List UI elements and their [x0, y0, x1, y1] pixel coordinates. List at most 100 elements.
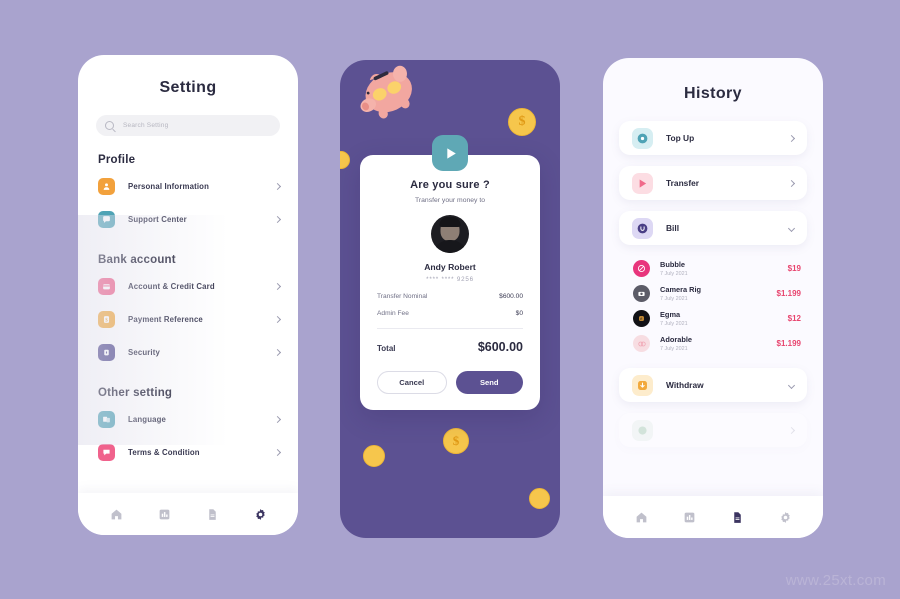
transaction-date: 7 July 2021: [660, 271, 688, 277]
search-input[interactable]: Search Setting: [96, 115, 280, 136]
total-label: Total: [377, 344, 396, 353]
sidebar-item-personal-information[interactable]: Personal Information: [78, 170, 298, 203]
transaction-info: Egma 7 July 2021: [660, 310, 788, 327]
sidebar-item-security[interactable]: Security: [78, 336, 298, 369]
avatar: [431, 215, 469, 253]
transfer-icon: [632, 172, 653, 194]
sidebar-item-label: Support Center: [128, 215, 187, 224]
cancel-button[interactable]: Cancel: [377, 371, 447, 394]
history-category-partial[interactable]: [619, 413, 807, 447]
transaction-amount: $19: [787, 264, 801, 273]
transaction-name: Egma: [660, 310, 681, 319]
camera-icon: [633, 285, 650, 302]
chevron-down-icon: [787, 224, 796, 232]
coin-icon: $: [443, 428, 469, 454]
chevron-right-icon: [273, 182, 282, 191]
transaction-amount: $1.199: [776, 339, 801, 348]
modal-actions: Cancel Send: [377, 371, 523, 394]
confirm-transfer-modal: Are you sure ? Transfer your money to An…: [360, 135, 540, 410]
chart-icon[interactable]: [683, 511, 696, 524]
home-icon[interactable]: [635, 511, 648, 524]
row-label: Transfer Nominal: [377, 293, 428, 300]
recipient-card-number: **** **** 9256: [426, 276, 474, 283]
list-item[interactable]: Bubble 7 July 2021 $19: [603, 256, 823, 281]
transaction-info: Camera Rig 7 July 2021: [660, 285, 777, 302]
play-icon: [432, 135, 468, 171]
chevron-right-icon: [273, 315, 282, 324]
row-value: $0: [515, 310, 523, 317]
gear-icon[interactable]: [254, 508, 267, 521]
total-value: $600.00: [477, 340, 523, 354]
chat-icon: [98, 211, 115, 228]
sidebar-item-label: Personal Information: [128, 182, 209, 191]
chart-icon[interactable]: [158, 508, 171, 521]
transaction-name: Adorable: [660, 335, 693, 344]
bottom-navigation[interactable]: [603, 496, 823, 538]
transaction-list: Bubble 7 July 2021 $19 Camera Rig 7 July…: [603, 256, 823, 356]
transaction-date: 7 July 2021: [660, 321, 688, 327]
sidebar-item-payment-reference[interactable]: $ Payment Reference: [78, 303, 298, 336]
history-category-bill[interactable]: Bill: [619, 211, 807, 245]
modal-title: Are you sure ?: [410, 179, 490, 191]
list-item[interactable]: Adorable 7 July 2021 $1.199: [603, 331, 823, 356]
page-title: History: [684, 85, 742, 102]
modal-subtitle: Transfer your money to: [414, 197, 485, 204]
bubble-icon: [633, 260, 650, 277]
transfer-nominal-row: Transfer Nominal $600.00: [377, 293, 523, 300]
screenshot-stage: Setting Search Setting Profile Personal …: [0, 0, 900, 599]
row-value: $600.00: [499, 293, 523, 300]
svg-text:E: E: [640, 316, 643, 321]
egma-icon: E: [633, 310, 650, 327]
watermark: www.25xt.com: [785, 572, 886, 589]
sidebar-item-language[interactable]: Language: [78, 403, 298, 436]
sidebar-item-label: Payment Reference: [128, 315, 203, 324]
sidebar-item-label: Security: [128, 348, 160, 357]
total-row: Total $600.00: [377, 340, 523, 354]
phone-screen-setting: Setting Search Setting Profile Personal …: [78, 55, 298, 535]
category-label: Withdraw: [666, 380, 704, 390]
history-category-transfer[interactable]: Transfer: [619, 166, 807, 200]
chevron-right-icon: [273, 215, 282, 224]
transaction-info: Adorable 7 July 2021: [660, 335, 777, 352]
transaction-info: Bubble 7 July 2021: [660, 260, 788, 277]
chevron-right-icon: [787, 134, 796, 142]
chevron-right-icon: [273, 415, 282, 424]
topup-icon: [632, 127, 653, 149]
admin-fee-row: Admin Fee $0: [377, 310, 523, 317]
history-category-withdraw[interactable]: Withdraw: [619, 368, 807, 402]
chevron-down-icon: [787, 381, 796, 389]
bottom-navigation[interactable]: [78, 493, 298, 535]
list-item[interactable]: Camera Rig 7 July 2021 $1.199: [603, 281, 823, 306]
list-item[interactable]: E Egma 7 July 2021 $12: [603, 306, 823, 331]
coin-icon: $: [508, 108, 536, 136]
sidebar-item-terms-condition[interactable]: Terms & Condition: [78, 436, 298, 469]
list-fade-overlay: [603, 470, 823, 496]
partial-icon: [632, 419, 653, 441]
lock-icon: [98, 344, 115, 361]
section-heading-bank-account: Bank account: [98, 254, 176, 266]
gear-icon[interactable]: [779, 511, 792, 524]
person-icon: [98, 178, 115, 195]
category-label: Bill: [666, 223, 680, 233]
row-label: Admin Fee: [377, 310, 409, 317]
sidebar-item-account-credit-card[interactable]: Account & Credit Card: [78, 270, 298, 303]
phone-screen-confirm: $ $ Are you sure ? Transfer your money t…: [340, 60, 560, 538]
sidebar-item-label: Terms & Condition: [128, 448, 200, 457]
chevron-right-icon: [273, 348, 282, 357]
sidebar-item-label: Language: [128, 415, 167, 424]
document-icon[interactable]: [731, 511, 744, 524]
divider: [377, 328, 523, 329]
section-heading-profile: Profile: [98, 154, 136, 166]
dollar-icon: $: [98, 311, 115, 328]
home-icon[interactable]: [110, 508, 123, 521]
chevron-right-icon: [273, 448, 282, 457]
sidebar-item-support-center[interactable]: Support Center: [78, 203, 298, 236]
document-icon[interactable]: [206, 508, 219, 521]
coin-icon: [363, 445, 385, 467]
send-button[interactable]: Send: [455, 371, 523, 394]
piggy-bank-icon: [352, 64, 428, 126]
coin-icon: [529, 488, 550, 509]
credit-card-icon: [98, 278, 115, 295]
chevron-right-icon: [787, 179, 796, 187]
history-category-top-up[interactable]: Top Up: [619, 121, 807, 155]
